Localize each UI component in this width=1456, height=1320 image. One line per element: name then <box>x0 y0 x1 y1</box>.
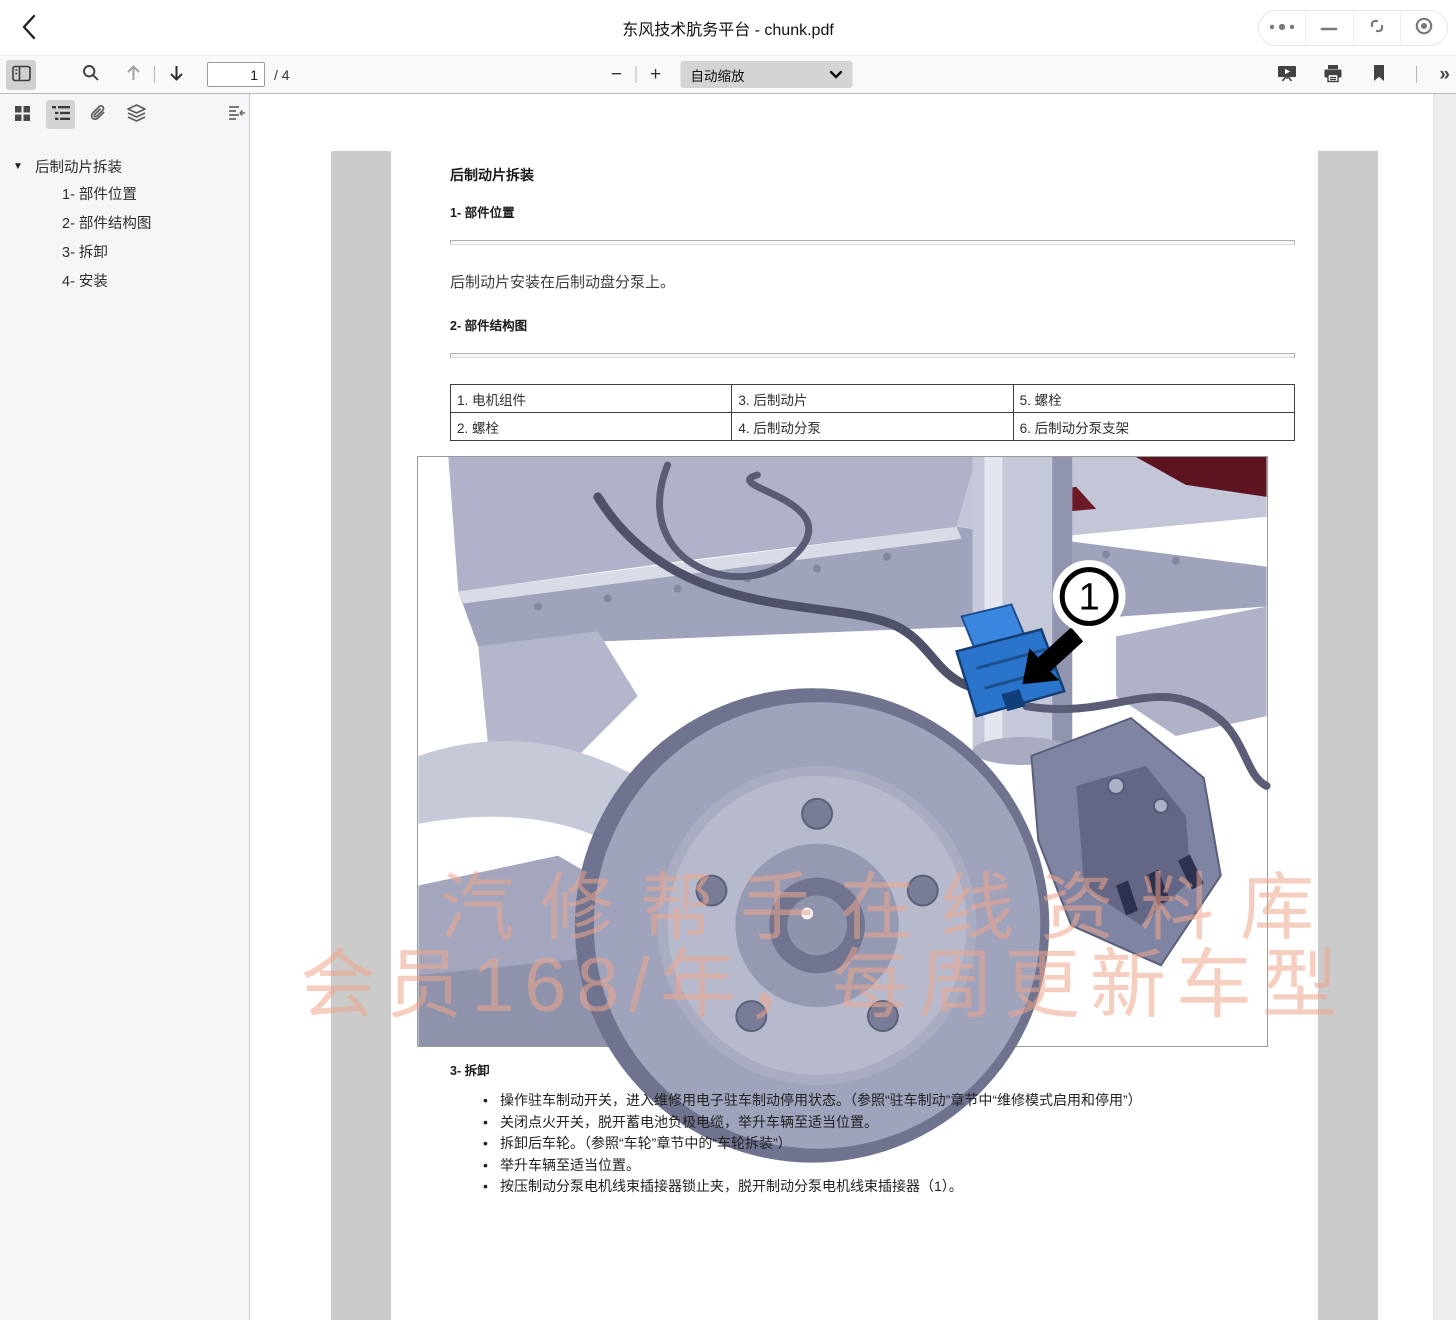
outline-item-root[interactable]: ▼ 后制动片拆装 <box>0 151 249 181</box>
table-cell: 1. 电机组件 <box>449 384 733 413</box>
brake-caliper <box>1030 716 1222 967</box>
minimize-button[interactable] <box>1305 11 1352 45</box>
table-row: 2. 螺栓 4. 后制动分泵 6. 后制动分泵支架 <box>449 412 1296 441</box>
zoom-scale-value: 自动缩放 <box>690 68 745 84</box>
table-cell: 2. 螺栓 <box>449 412 733 441</box>
presentation-mode-button[interactable] <box>1272 60 1302 90</box>
list-item: 按压制动分泵电机线束插接器锁止夹，脱开制动分泵电机线束插接器（1）。 <box>483 1176 1295 1198</box>
toolbar-right-group: » <box>1272 56 1450 93</box>
toolbar-separator <box>154 66 155 83</box>
list-item: 拆卸后车轮。（参照“车轮”章节中的“车轮拆装”） <box>483 1133 1295 1155</box>
current-view-bookmark-button[interactable] <box>1364 60 1394 90</box>
toolbar-left-group: / 4 <box>0 56 290 93</box>
window-controls <box>1258 10 1448 46</box>
outline-current-item-icon <box>228 105 246 124</box>
list-item: 操作驻车制动开关，进入维修用电子驻车制动停用状态。（参照“驻车制动”章节中“维修… <box>483 1090 1295 1112</box>
sidebar: ▼ 后制动片拆装 1- 部件位置 2- 部件结构图 3- 拆卸 4- 安装 <box>0 94 250 1320</box>
layers-icon <box>127 104 146 125</box>
print-button[interactable] <box>1318 60 1348 90</box>
window-title: 东风技术肮务平台 - chunk.pdf <box>622 22 834 39</box>
list-item: 关闭点火开关，脱开蓄电池负极电缆，举升车辆至适当位置。 <box>483 1112 1295 1134</box>
more-dots-icon <box>1268 19 1296 37</box>
section-divider <box>450 240 1295 245</box>
outline-view-button[interactable] <box>46 100 75 129</box>
target-circle-icon <box>1414 16 1434 41</box>
list-item: 举升车辆至适当位置。 <box>483 1155 1295 1177</box>
outline-item-installation[interactable]: 4- 安装 <box>0 268 249 297</box>
find-button[interactable] <box>76 60 106 90</box>
thumbnails-view-button[interactable] <box>8 100 37 129</box>
parts-legend-table: 1. 电机组件 3. 后制动片 5. 螺栓 2. 螺栓 4. 后制动分泵 6. … <box>449 384 1296 441</box>
toolbar-zoom-group: − + 自动缩放 <box>604 56 853 93</box>
zoom-out-button[interactable]: − <box>604 64 630 86</box>
next-page-button[interactable] <box>161 60 191 90</box>
document-content: 后制动片拆装 1- 部件位置 后制动片安装在后制动盘分泵上。 2- 部件结构图 … <box>391 151 1318 1320</box>
current-outline-item-button[interactable] <box>222 100 251 129</box>
brake-assembly-figure: 1 <box>417 456 1271 1163</box>
vertical-scrollbar[interactable] <box>1433 94 1456 1320</box>
presentation-screen-icon <box>1277 64 1297 85</box>
removal-steps-list: 操作驻车制动开关，进入维修用电子驻车制动停用状态。（参照“驻车制动”章节中“维修… <box>450 1090 1295 1198</box>
section-divider <box>450 353 1295 358</box>
page-title: 后制动片拆装 <box>450 167 534 183</box>
outline-tree: ▼ 后制动片拆装 1- 部件位置 2- 部件结构图 3- 拆卸 4- 安装 <box>0 135 249 297</box>
more-menu-button[interactable] <box>1259 11 1305 45</box>
table-cell: 5. 螺栓 <box>1012 384 1296 413</box>
chevron-down-icon <box>829 66 843 84</box>
page-right-margin <box>1318 151 1378 1320</box>
previous-page-button[interactable] <box>118 60 148 90</box>
outline-root-label: 后制动片拆装 <box>35 159 122 176</box>
arrow-down-icon <box>168 64 185 85</box>
outline-item-removal[interactable]: 3- 拆卸 <box>0 239 249 268</box>
layers-view-button[interactable] <box>122 100 151 129</box>
toggle-sidebar-button[interactable] <box>6 59 36 90</box>
table-cell: 6. 后制动分泵支架 <box>1012 412 1296 441</box>
callout-1-badge: 1 <box>1052 560 1126 633</box>
table-row: 1. 电机组件 3. 后制动片 5. 螺栓 <box>449 384 1296 413</box>
page-left-margin <box>331 151 391 1320</box>
minimize-icon <box>1321 19 1338 37</box>
restore-button[interactable] <box>1352 11 1400 45</box>
outline-list-icon <box>51 105 70 124</box>
toolbar-separator <box>1416 66 1418 83</box>
page-number-input[interactable] <box>207 62 265 87</box>
bookmark-icon <box>1372 64 1386 85</box>
pdf-toolbar: / 4 − + 自动缩放 <box>0 56 1456 94</box>
thumbnails-grid-icon <box>14 105 31 125</box>
sidebar-toggle-icon <box>11 65 31 85</box>
restore-icon <box>1368 17 1386 40</box>
arrow-up-icon <box>125 64 142 85</box>
printer-icon <box>1323 64 1343 86</box>
collapse-triangle-icon[interactable]: ▼ <box>13 161 27 172</box>
section1-heading: 1- 部件位置 <box>450 206 515 220</box>
viewer-container: 后制动片拆装 1- 部件位置 后制动片安装在后制动盘分泵上。 2- 部件结构图 … <box>250 94 1456 1320</box>
record-button[interactable] <box>1399 11 1447 45</box>
titlebar: 东风技术肮务平台 - chunk.pdf <box>0 0 1456 56</box>
table-cell: 4. 后制动分泵 <box>731 412 1014 441</box>
zoom-in-button[interactable]: + <box>643 64 669 86</box>
paperclip-icon <box>90 104 107 125</box>
outline-item-part-structure[interactable]: 2- 部件结构图 <box>0 210 249 239</box>
table-cell: 3. 后制动片 <box>731 384 1014 413</box>
zoom-scale-select[interactable]: 自动缩放 <box>680 61 853 88</box>
section1-paragraph: 后制动片安装在后制动盘分泵上。 <box>450 274 676 291</box>
more-tools-button[interactable]: » <box>1439 65 1450 84</box>
outline-item-part-location[interactable]: 1- 部件位置 <box>0 181 249 210</box>
section2-heading: 2- 部件结构图 <box>450 319 528 333</box>
attachments-view-button[interactable] <box>84 100 113 129</box>
sidebar-view-buttons <box>0 94 249 135</box>
search-icon <box>82 64 100 85</box>
callout-number: 1 <box>1079 576 1100 618</box>
pdf-viewer-window: 东风技术肮务平台 - chunk.pdf 1 / 4 − + 自动缩放 » ▼ … <box>0 0 1456 1320</box>
pdf-page: 后制动片拆装 1- 部件位置 后制动片安装在后制动盘分泵上。 2- 部件结构图 … <box>300 151 1378 1320</box>
figure-illustration: 1 <box>418 457 1271 1163</box>
page-count-label: / 4 <box>274 66 290 83</box>
toolbar-separator <box>635 66 637 83</box>
